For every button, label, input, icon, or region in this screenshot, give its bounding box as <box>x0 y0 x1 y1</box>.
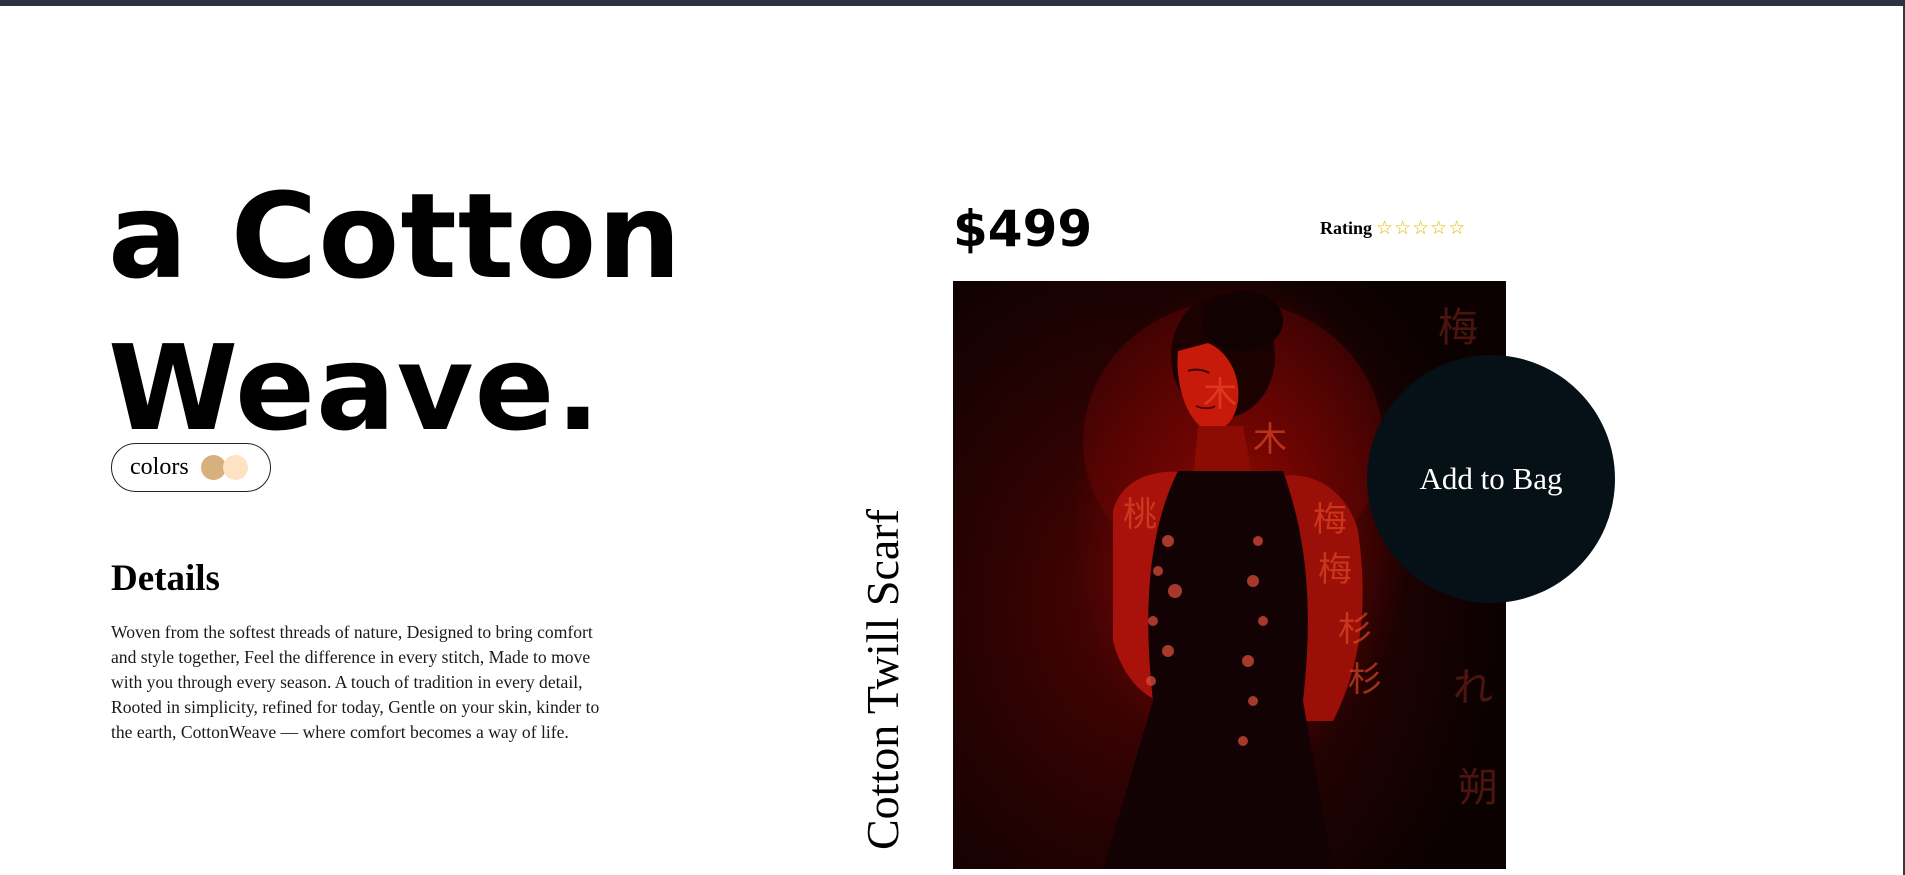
star-icon[interactable]: ☆ <box>1412 219 1429 238</box>
add-to-bag-button[interactable]: Add to Bag <box>1367 355 1615 603</box>
star-icon[interactable]: ☆ <box>1376 219 1393 238</box>
svg-text:れ: れ <box>1453 665 1493 711</box>
svg-text:梅: 梅 <box>1318 550 1352 590</box>
colors-label: colors <box>130 454 189 480</box>
svg-text:杉: 杉 <box>1338 610 1372 650</box>
details-description: Woven from the softest threads of nature… <box>111 622 600 742</box>
star-icon[interactable]: ☆ <box>1394 219 1411 238</box>
hero-title-line-1: a Cotton <box>108 167 683 305</box>
color-swatch-cream[interactable] <box>222 455 248 480</box>
svg-text:梅: 梅 <box>1313 500 1347 540</box>
star-icon[interactable]: ☆ <box>1448 219 1465 238</box>
product-name: Cotton Twill Scarf <box>857 509 908 850</box>
hero-title-line-2: Weave. <box>108 319 602 457</box>
rating-label: Rating <box>1320 218 1373 238</box>
details-heading: Details <box>111 558 220 599</box>
svg-text:朔: 朔 <box>1458 765 1498 811</box>
product-price: $499 <box>953 200 1093 258</box>
svg-text:梅: 梅 <box>1438 305 1478 351</box>
svg-text:木: 木 <box>1203 375 1237 415</box>
color-selector[interactable]: colors <box>111 443 271 492</box>
star-icon[interactable]: ☆ <box>1430 219 1447 238</box>
hero-title: a Cotton Weave. <box>108 160 682 464</box>
color-swatch-tan[interactable] <box>200 455 226 480</box>
product-page: a Cotton Weave. colors Details Woven fro… <box>0 0 1905 875</box>
svg-text:桃: 桃 <box>1123 495 1157 535</box>
svg-text:木: 木 <box>1253 420 1287 460</box>
svg-text:杉: 杉 <box>1348 660 1382 700</box>
product-rating: Rating ☆ ☆ ☆ ☆ ☆ <box>1320 218 1466 239</box>
top-border <box>0 0 1905 6</box>
